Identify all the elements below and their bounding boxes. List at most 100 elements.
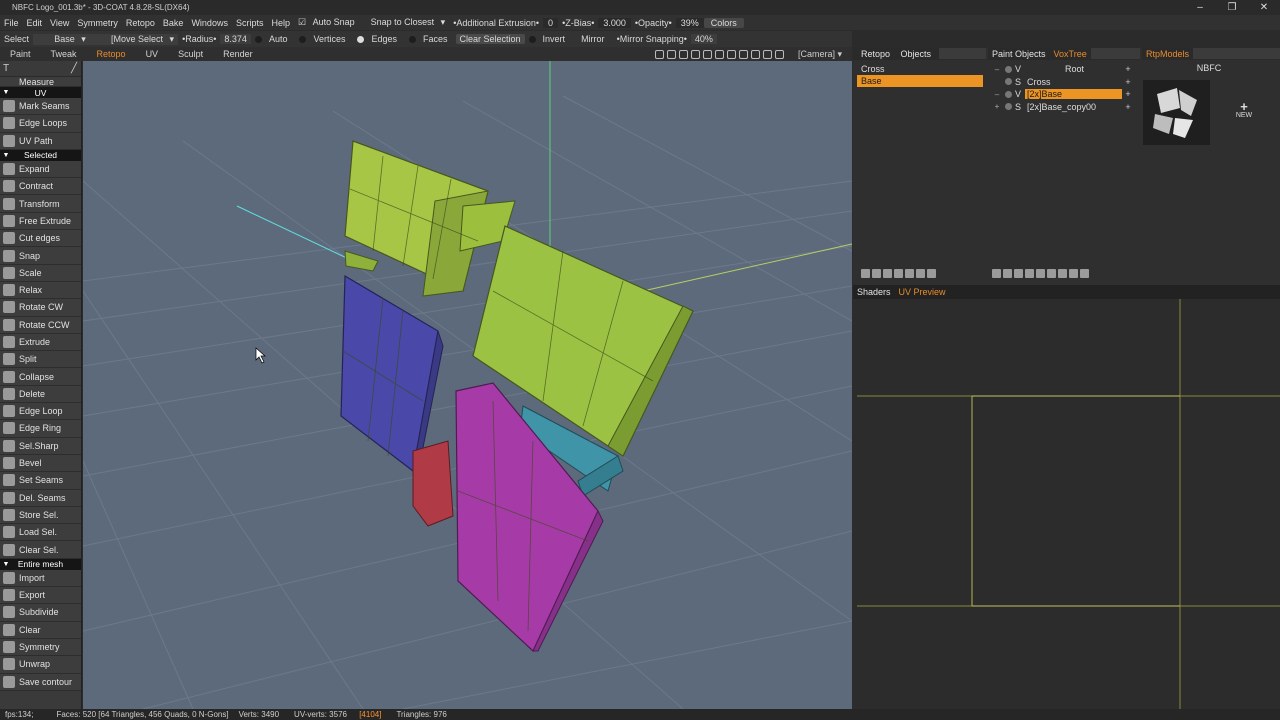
auto-snap-checkbox[interactable]: ☑ Auto Snap bbox=[294, 17, 363, 28]
tab-shaders[interactable]: Shaders bbox=[853, 287, 895, 297]
tool-rotate-ccw[interactable]: Rotate CCW bbox=[0, 316, 81, 334]
tab-retopo-objects[interactable]: Retopo Objects bbox=[853, 49, 939, 59]
snap-mode-dropdown[interactable]: Snap to Closest ▾ bbox=[363, 17, 450, 28]
tool-scale[interactable]: Scale bbox=[0, 264, 81, 282]
expand-icon[interactable]: + bbox=[992, 102, 1002, 111]
tool-transform[interactable]: Transform bbox=[0, 195, 81, 213]
menu-help[interactable]: Help bbox=[267, 18, 294, 28]
uv-preview-grid[interactable] bbox=[853, 299, 1280, 709]
volume-type[interactable]: V bbox=[1015, 89, 1025, 99]
menu-retopo[interactable]: Retopo bbox=[122, 18, 159, 28]
tab-render[interactable]: Render bbox=[213, 49, 263, 59]
add-volume-icon[interactable]: + bbox=[1122, 77, 1134, 87]
text-tool-icon[interactable]: T bbox=[3, 63, 9, 74]
vertices-toggle[interactable]: Vertices bbox=[295, 34, 353, 44]
shading-icon[interactable] bbox=[654, 49, 664, 59]
rtp-model-thumbnail[interactable] bbox=[1143, 80, 1210, 145]
add-volume-icon[interactable]: + bbox=[1122, 64, 1134, 74]
ortho-icon[interactable] bbox=[762, 49, 772, 59]
tool-subdivide[interactable]: Subdivide bbox=[0, 604, 81, 622]
frame-icon[interactable] bbox=[738, 49, 748, 59]
expand-icon[interactable]: – bbox=[992, 65, 1002, 74]
folder-icon[interactable] bbox=[861, 269, 870, 278]
close-button[interactable]: ✕ bbox=[1248, 2, 1280, 13]
tool-measure[interactable]: Measure bbox=[0, 77, 81, 87]
tool-unwrap[interactable]: Unwrap bbox=[0, 656, 81, 674]
sphere-icon[interactable] bbox=[1025, 269, 1034, 278]
volume-type[interactable]: S bbox=[1015, 77, 1025, 87]
tool-collapse[interactable]: Collapse bbox=[0, 368, 81, 386]
volume-icon[interactable] bbox=[1069, 269, 1078, 278]
auto-toggle[interactable]: Auto bbox=[251, 34, 296, 44]
volume-type[interactable]: S bbox=[1015, 102, 1025, 112]
tab-rtp-models[interactable]: RtpModels bbox=[1142, 49, 1193, 59]
tab-sculpt[interactable]: Sculpt bbox=[168, 49, 213, 59]
camera-dropdown[interactable]: [Camera] ▾ bbox=[788, 49, 852, 60]
move-icon[interactable] bbox=[690, 49, 700, 59]
radius-field[interactable]: 8.374 bbox=[220, 34, 251, 44]
base-object-dropdown[interactable]: Base ▾ bbox=[33, 33, 104, 45]
menu-view[interactable]: View bbox=[46, 18, 73, 28]
tool-contract[interactable]: Contract bbox=[0, 178, 81, 196]
layers-icon[interactable] bbox=[1058, 269, 1067, 278]
tool-delete[interactable]: Delete bbox=[0, 385, 81, 404]
retopo-object-row[interactable]: Cross bbox=[857, 63, 983, 75]
grid-icon[interactable] bbox=[750, 49, 760, 59]
tool-import[interactable]: Import bbox=[0, 569, 81, 588]
tool-store-sel[interactable]: Store Sel. bbox=[0, 506, 81, 525]
visibility-icon[interactable] bbox=[1005, 78, 1012, 86]
tool-set-seams[interactable]: Set Seams bbox=[0, 472, 81, 490]
restore-button[interactable]: ❐ bbox=[1216, 2, 1248, 13]
tab-tweak[interactable]: Tweak bbox=[41, 49, 87, 59]
new-rtp-model-button[interactable]: + NEW bbox=[1233, 100, 1255, 119]
tool-del-seams[interactable]: Del. Seams bbox=[0, 489, 81, 507]
tab-voxtree[interactable]: VoxTree bbox=[1050, 49, 1091, 59]
tool-save-contour[interactable]: Save contour bbox=[0, 673, 81, 691]
voxtree-row-selected[interactable]: – V [2x]Base + bbox=[992, 88, 1134, 101]
visibility-icon[interactable] bbox=[1005, 90, 1012, 98]
tab-uv-preview[interactable]: UV Preview bbox=[895, 287, 950, 297]
close-icon[interactable] bbox=[927, 269, 936, 278]
tool-snap[interactable]: Snap bbox=[0, 247, 81, 265]
list-icon[interactable] bbox=[1047, 269, 1056, 278]
tool-edge-loops[interactable]: Edge Loops bbox=[0, 115, 81, 133]
tool-clear-sel[interactable]: Clear Sel. bbox=[0, 541, 81, 559]
faces-toggle[interactable]: Faces bbox=[405, 34, 456, 44]
tool-mark-seams[interactable]: Mark Seams bbox=[0, 98, 81, 116]
retopo-object-row-selected[interactable]: Base bbox=[857, 75, 983, 87]
pan-icon[interactable] bbox=[714, 49, 724, 59]
voxtree-row[interactable]: – V Root + bbox=[992, 63, 1134, 76]
tab-uv[interactable]: UV bbox=[136, 49, 169, 59]
voxtree-row[interactable]: S Cross + bbox=[992, 76, 1134, 89]
tool-symmetry[interactable]: Symmetry bbox=[0, 638, 81, 657]
additional-extrusion-field[interactable]: 0 bbox=[543, 17, 559, 28]
image-icon[interactable] bbox=[678, 49, 688, 59]
tool-clear[interactable]: Clear bbox=[0, 621, 81, 639]
tool-bevel[interactable]: Bevel bbox=[0, 454, 81, 473]
merge-icon[interactable] bbox=[883, 269, 892, 278]
mirror-snapping-field[interactable]: 40% bbox=[690, 34, 717, 44]
menu-file[interactable]: File bbox=[0, 18, 23, 28]
add-volume-icon[interactable]: + bbox=[1122, 89, 1134, 99]
edges-toggle[interactable]: Edges bbox=[353, 34, 405, 44]
tab-retopo[interactable]: Retopo bbox=[87, 49, 136, 59]
light-icon[interactable] bbox=[666, 49, 676, 59]
visibility-icon[interactable] bbox=[1005, 65, 1012, 73]
tool-expand[interactable]: Expand bbox=[0, 160, 81, 179]
tool-load-sel[interactable]: Load Sel. bbox=[0, 524, 81, 542]
tool-free-extrude[interactable]: Free Extrude bbox=[0, 212, 81, 231]
colors-button[interactable]: Colors bbox=[703, 17, 744, 28]
opacity-field[interactable]: 39% bbox=[675, 17, 704, 28]
fit-icon[interactable] bbox=[774, 49, 784, 59]
volume-type[interactable]: V bbox=[1015, 64, 1025, 74]
clear-selection-button[interactable]: Clear Selection bbox=[455, 34, 525, 44]
visibility-icon[interactable] bbox=[1005, 103, 1012, 111]
tool-relax[interactable]: Relax bbox=[0, 281, 81, 300]
invert-toggle[interactable]: Invert bbox=[525, 34, 574, 44]
menu-bake[interactable]: Bake bbox=[159, 18, 188, 28]
tab-paint[interactable]: Paint bbox=[0, 49, 41, 59]
tool-split[interactable]: Split bbox=[0, 351, 81, 369]
3d-viewport[interactable] bbox=[83, 61, 852, 709]
layers-icon[interactable] bbox=[916, 269, 925, 278]
section-selected[interactable]: ▼ Selected bbox=[0, 149, 81, 161]
